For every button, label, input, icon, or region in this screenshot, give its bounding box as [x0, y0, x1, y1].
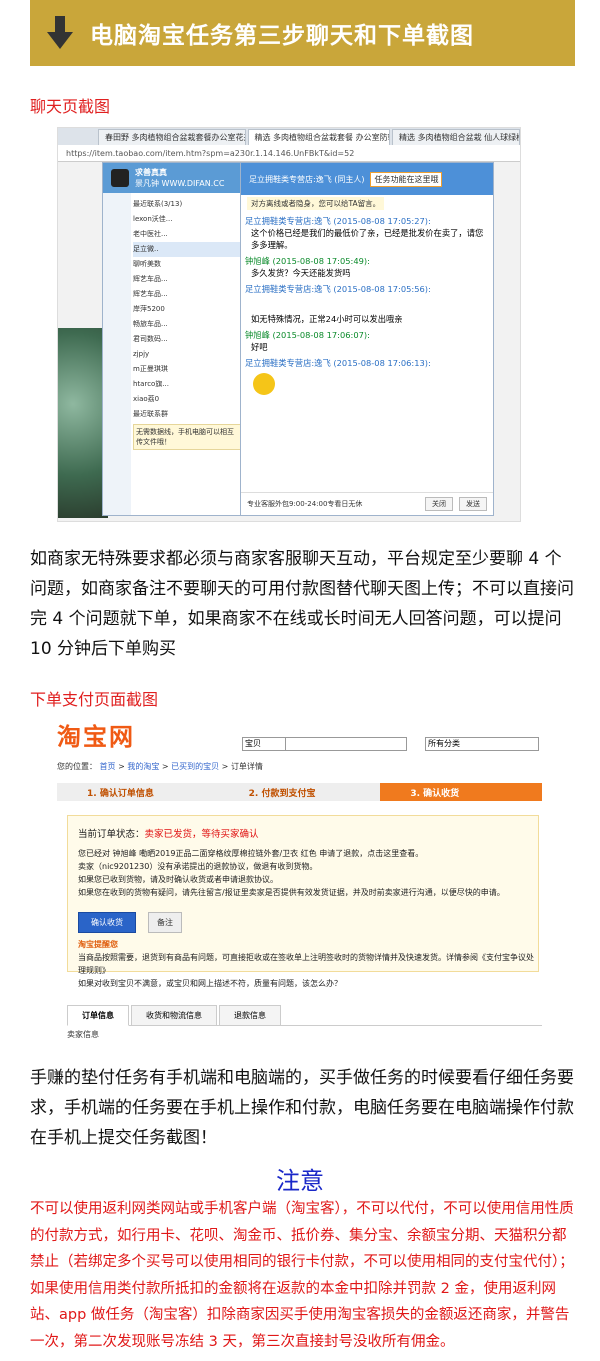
- breadcrumb-link[interactable]: 已买到的宝贝: [171, 762, 219, 771]
- address-bar[interactable]: https://item.taobao.com/item.htm?spm=a23…: [58, 145, 520, 162]
- seller-info-label: 卖家信息: [67, 1030, 99, 1039]
- status-prefix: 当前订单状态：: [78, 829, 145, 840]
- section-label-chat: 聊天页截图: [30, 97, 111, 116]
- status-line: 如果您已收到货物，请及时确认收货或者申请退款协议。: [78, 875, 278, 884]
- chat-screenshot: 春田野 多肉植物组合盆栽套餐办公室花卉 精选 多肉植物组合盆栽套餐 办公室防辐 …: [57, 127, 521, 522]
- message-text: 这个价格已经是我们的最低价了亲，已经是批发价在卖了，请您多多理解。: [251, 228, 484, 250]
- contact-item[interactable]: 辉艺车品...: [133, 287, 241, 302]
- contact-item[interactable]: 岸萍5200: [133, 302, 241, 317]
- status-line: 如果您在收到的货物有疑问，请先往留言/报证里卖家是否提供有效发货证据，并及时前卖…: [78, 888, 505, 897]
- chat-messages: 足立拥鞋类专营店:逸飞 (2015-08-08 17:05:27): 这个价格已…: [241, 215, 493, 399]
- status-value: 卖家已发货，等待买家确认: [144, 829, 259, 840]
- task-instructions: 手赚的垫付任务有手机端和电脑端的，买手做任务的时候要看仔细任务要求，手机端的任务…: [30, 1068, 574, 1148]
- search-input[interactable]: [286, 737, 407, 751]
- message-text: 如无特殊情况，正常24小时可以发出哦亲: [251, 314, 403, 324]
- contact-item[interactable]: lexon沃佳...: [133, 212, 241, 227]
- chat-footer: 专业客服外包9:00-24:00专看日无休 关闭 发送: [241, 492, 493, 515]
- close-button[interactable]: 关闭: [425, 497, 453, 511]
- chat-header: 足立拥鞋类专营店:逸飞 (同主人) 任务功能在这里哦: [241, 163, 493, 195]
- step-item: 1. 确认订单信息: [87, 788, 154, 799]
- category-select[interactable]: 所有分类: [425, 737, 539, 751]
- contact-item[interactable]: xiao荔0: [133, 392, 241, 407]
- order-status: 当前订单状态：卖家已发货，等待买家确认: [78, 828, 538, 841]
- promo-tip: 无需数据线，手机电脑可以相互传文件哦！: [133, 424, 241, 450]
- service-hours: 专业客服外包9:00-24:00专看日无休: [247, 500, 363, 508]
- order-tabs: 订单信息 收货和物流信息 退款信息: [67, 1005, 283, 1026]
- contact-item[interactable]: htarco旗...: [133, 377, 241, 392]
- group-header[interactable]: 最近联系群: [133, 407, 241, 422]
- contact-item[interactable]: 辉艺车品...: [133, 272, 241, 287]
- message-sender: 足立拥鞋类专营店:逸飞 (2015-08-08 17:05:27):: [245, 216, 431, 226]
- breadcrumb-prefix: 您的位置：: [57, 762, 97, 771]
- step-item: 2. 付款到支付宝: [248, 788, 316, 799]
- breadcrumb-link[interactable]: 我的淘宝: [127, 762, 159, 771]
- chat-instructions: 如商家无特殊要求都必须与商家客服聊天互动，平台规定至少要聊 4 个问题，如商家备…: [30, 549, 574, 659]
- order-screenshot: 淘宝网 宝贝 所有分类 您的位置： 首页 > 我的淘宝 > 已买到的宝贝 > 订…: [57, 713, 542, 1043]
- remark-button[interactable]: 备注: [148, 912, 182, 933]
- recent-header[interactable]: 最近联系(3/13): [133, 197, 241, 212]
- taobao-logo: 淘宝网: [57, 723, 135, 751]
- taobao-tips: 淘宝提醒您 当商品按照需要，退货到有商品有问题，可直接拒收或在签收单上注明签收时…: [68, 938, 538, 990]
- avatar: [111, 169, 129, 187]
- feature-tooltip: 任务功能在这里哦: [370, 171, 443, 187]
- tab-order-info[interactable]: 订单信息: [67, 1005, 129, 1026]
- product-photo: [58, 328, 108, 518]
- notice-title: 注意: [276, 1167, 324, 1195]
- contact-item[interactable]: m正曼琪琪: [133, 362, 241, 377]
- wangwang-subtitle: 景凡钟 WWW.DIFAN.CC: [135, 179, 225, 188]
- url-text: https://item.taobao.com/item.htm?spm=a23…: [66, 148, 355, 158]
- message-sender: 足立拥鞋类专营店:逸飞 (2015-08-08 17:06:13):: [245, 358, 431, 368]
- contact-item[interactable]: 聊听美数: [133, 257, 241, 272]
- message-text: 多久发货？今天还能发货吗: [251, 268, 351, 278]
- wangwang-header: 求善真真 景凡钟 WWW.DIFAN.CC: [103, 163, 243, 193]
- down-arrow-icon: [30, 0, 90, 66]
- contact-item[interactable]: 畅旅车品...: [133, 317, 241, 332]
- wangwang-contact-panel: 求善真真 景凡钟 WWW.DIFAN.CC 最近联系(3/13) lexon沃佳…: [102, 162, 244, 516]
- smiley-emoji-icon: [253, 373, 275, 395]
- send-button[interactable]: 发送: [459, 497, 487, 511]
- section-label-payment: 下单支付页面截图: [30, 690, 159, 709]
- search-scope[interactable]: 宝贝: [242, 737, 286, 751]
- banner-title: 电脑淘宝任务第三步聊天和下单截图: [90, 23, 474, 49]
- contact-item[interactable]: 君司数码...: [133, 332, 241, 347]
- confirm-receipt-button[interactable]: 确认收货: [78, 912, 136, 933]
- wangwang-sidebar: [103, 193, 131, 515]
- message-sender: 钟旭峰 (2015-08-08 17:05:49):: [245, 256, 370, 266]
- message-text: 好吧: [251, 342, 268, 352]
- message-sender: 钟旭峰 (2015-08-08 17:06:07):: [245, 330, 370, 340]
- chat-window: 足立拥鞋类专营店:逸飞 (同主人) 任务功能在这里哦 对方离线或者隐身，您可以给…: [240, 162, 494, 516]
- step-item-active: 3. 确认收货: [380, 783, 542, 801]
- contact-item[interactable]: 老中医社...: [133, 227, 241, 242]
- offline-notice: 对方离线或者隐身，您可以给TA留言。: [247, 197, 385, 210]
- breadcrumb-current: 订单详情: [230, 762, 263, 771]
- browser-tab[interactable]: 春田野 多肉植物组合盆栽套餐办公室花卉: [98, 129, 246, 145]
- tips-title: 淘宝提醒您: [78, 940, 118, 949]
- tab-logistics[interactable]: 收货和物流信息: [131, 1005, 217, 1026]
- contact-item[interactable]: zjpjy: [133, 347, 241, 362]
- breadcrumb: 您的位置： 首页 > 我的淘宝 > 已买到的宝贝 > 订单详情: [57, 762, 263, 771]
- notice-text: 不可以使用返利网类网站或手机客户端（淘宝客），不可以代付，不可以使用信用性质的付…: [30, 1201, 574, 1350]
- browser-tab[interactable]: 精选 多肉植物组合盆栽 仙人球绿植: [392, 129, 520, 145]
- status-line: 您已经对 钟旭峰 嘞晒2019正品二面穿格纹厚棉拉链外套/卫衣 红色 申请了退款…: [78, 849, 424, 858]
- shop-name: 足立拥鞋类专营店:逸飞 (同主人): [249, 174, 365, 184]
- wangwang-user: 求善真真: [135, 168, 167, 177]
- tips-line: 当商品按照需要，退货到有商品有问题，可直接拒收或在签收单上注明签收时的货物详情并…: [78, 953, 534, 975]
- order-status-box: 当前订单状态：卖家已发货，等待买家确认 您已经对 钟旭峰 嘞晒2019正品二面穿…: [67, 815, 539, 988]
- breadcrumb-link[interactable]: 首页: [100, 762, 116, 771]
- browser-tab[interactable]: 精选 多肉植物组合盆栽套餐 办公室防辐: [247, 129, 391, 145]
- order-steps: 1. 确认订单信息 2. 付款到支付宝 3. 确认收货: [57, 783, 542, 801]
- message-sender: 足立拥鞋类专营店:逸飞 (2015-08-08 17:05:56):: [245, 284, 431, 294]
- contact-list: 最近联系(3/13) lexon沃佳... 老中医社... 足立微.. 聊听美数…: [133, 197, 241, 450]
- search-bar: 宝贝 所有分类: [242, 737, 539, 751]
- status-line: 卖家（nic9201230）没有承诺提出的退款协议，做退有收到货物。: [78, 862, 318, 871]
- tab-refund[interactable]: 退款信息: [219, 1005, 281, 1026]
- tips-line: 如果对收到宝贝不满意，或宝贝和网上描述不符，质量有问题，该怎么办？: [78, 979, 342, 988]
- header-banner: 电脑淘宝任务第三步聊天和下单截图: [30, 0, 575, 66]
- browser-tab-strip: 春田野 多肉植物组合盆栽套餐办公室花卉 精选 多肉植物组合盆栽套餐 办公室防辐 …: [58, 128, 520, 145]
- contact-item[interactable]: 足立微..: [133, 242, 241, 257]
